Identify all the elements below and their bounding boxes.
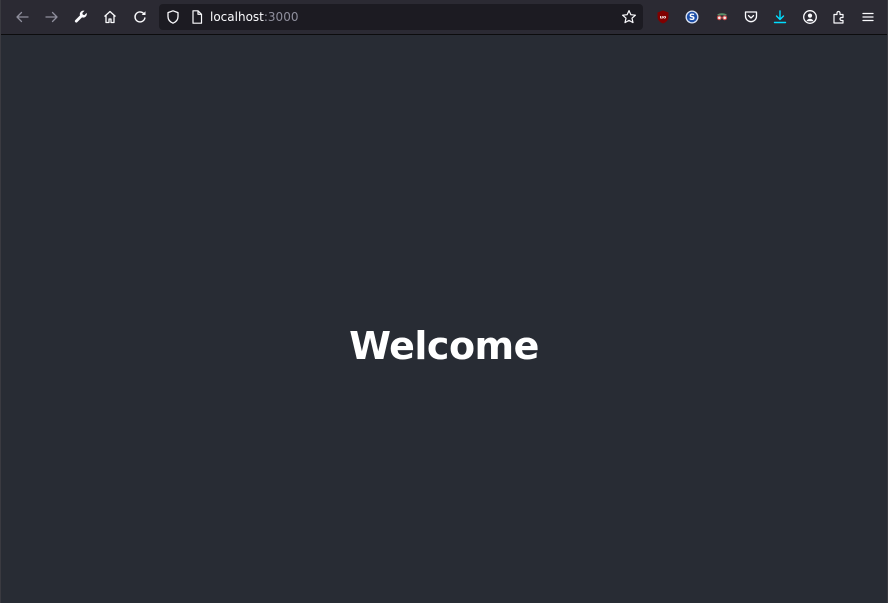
reload-icon [134,11,146,23]
pocket-button[interactable] [738,4,764,30]
s-extension-icon: S [685,10,699,24]
downloads-icon [773,10,787,24]
forward-arrow-icon [45,11,58,23]
menu-icon [862,12,874,22]
application-menu-button[interactable] [855,4,881,30]
ublock-origin-button[interactable]: uo [650,4,676,30]
page-content: Welcome [1,35,887,603]
url-port: :3000 [263,10,299,24]
forward-button[interactable] [39,4,65,30]
glasses-extension-icon [716,13,728,21]
s-extension-button[interactable]: S [679,4,705,30]
tracking-protection-shield-icon[interactable] [165,9,181,25]
account-button[interactable] [797,4,823,30]
url-host: localhost [210,10,264,24]
svg-text:S: S [689,13,695,23]
extensions-icon [833,10,844,24]
browser-window: localhost:3000 uo S Welcome [0,0,888,603]
svg-text:uo: uo [660,16,666,21]
address-bar[interactable]: localhost:3000 [159,4,643,30]
pocket-icon [744,11,758,23]
developer-tools-button[interactable] [68,4,94,30]
downloads-button[interactable] [767,4,793,30]
back-button[interactable] [9,4,35,30]
page-info-icon[interactable] [189,9,205,25]
url-text[interactable]: localhost:3000 [210,9,298,25]
bookmark-star-button[interactable] [619,7,639,27]
home-button[interactable] [97,4,123,30]
ublock-origin-icon: uo [657,10,669,24]
extensions-button[interactable] [826,4,852,30]
star-icon [622,10,636,24]
glasses-extension-button[interactable] [709,4,735,30]
wrench-icon [74,10,87,23]
back-arrow-icon [16,11,29,23]
welcome-heading: Welcome [349,324,539,369]
account-icon [803,10,817,24]
home-icon [104,10,116,24]
reload-button[interactable] [127,4,153,30]
browser-toolbar: localhost:3000 uo S [1,0,887,35]
